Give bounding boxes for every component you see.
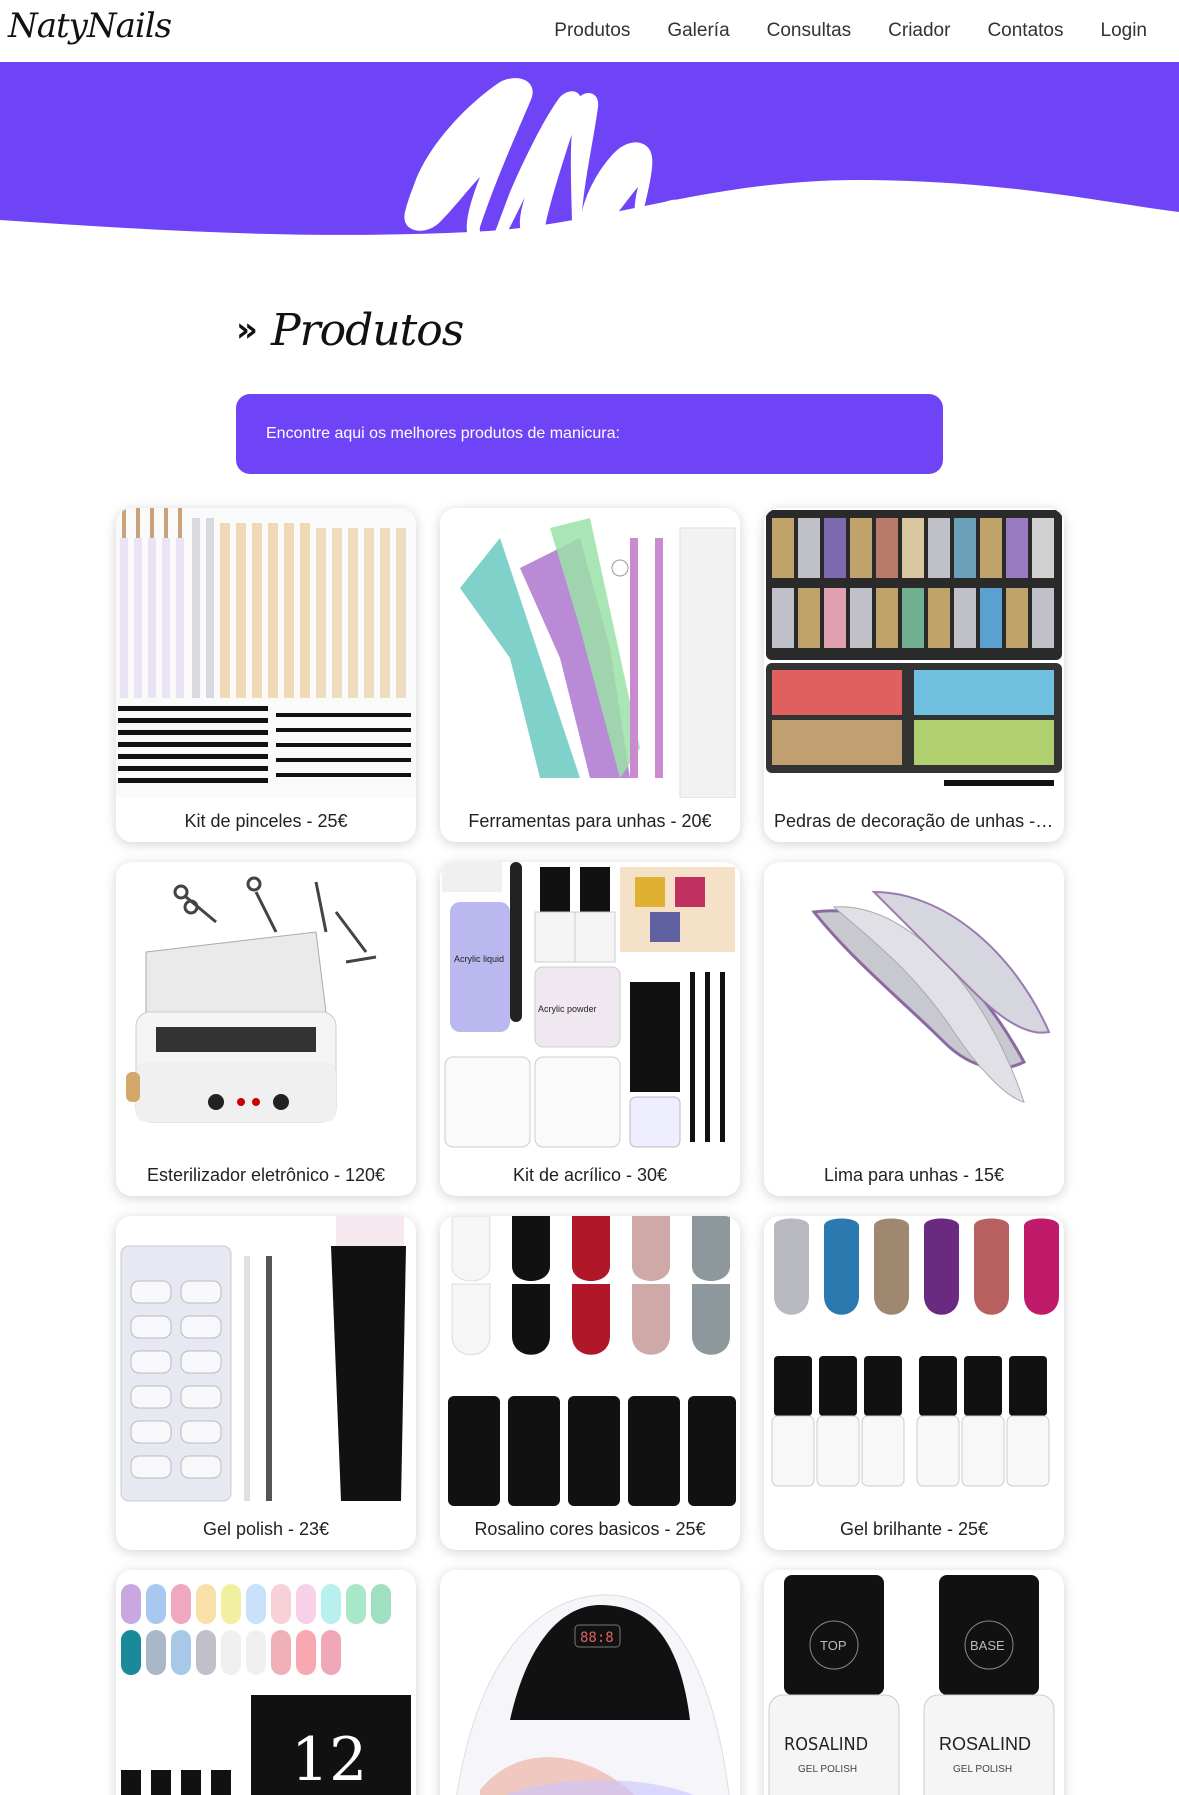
site-logo[interactable]: NatyNails (8, 6, 172, 46)
nav-link-produtos[interactable]: Produtos (554, 20, 630, 42)
banner-text: Encontre aqui os melhores produtos de ma… (266, 425, 620, 442)
product-card[interactable]: Kit de pinceles - 25€ (116, 508, 416, 842)
nail-file-image (764, 862, 1064, 1152)
product-label: Ferramentas para unhas - 20€ (468, 811, 712, 831)
nav-link-galeria[interactable]: Galería (667, 20, 729, 42)
product-card[interactable]: Pedras de decoração de unhas - ... (764, 508, 1064, 842)
section-title: » Produtos (236, 305, 464, 356)
nav-link-consultas[interactable]: Consultas (767, 20, 852, 42)
nav-link-criador[interactable]: Criador (888, 20, 950, 42)
product-card[interactable]: Rosalino cores basicos - 25€ (440, 1216, 740, 1550)
sub-text-base: GEL POLISH (953, 1764, 1012, 1775)
product-card[interactable]: Esterilizador eletrônico - 120€ (116, 862, 416, 1196)
product-label: Pedras de decoração de unhas - ... (774, 811, 1056, 831)
product-label: Rosalino cores basicos - 25€ (474, 1519, 706, 1539)
product-label: Lima para unhas - 15€ (823, 1165, 1005, 1185)
basic-colors-image (440, 1216, 740, 1506)
sterilizer-image (116, 862, 416, 1152)
nav-link-contatos[interactable]: Contatos (987, 20, 1063, 42)
uv-lamp-image: 88:8 (440, 1570, 740, 1795)
product-card[interactable]: 88:8 (440, 1570, 740, 1795)
product-label: Kit de acrílico - 30€ (512, 1165, 668, 1185)
top-base-image: TOP ROSALIND GEL POLISH BASE ROSALIND GE… (764, 1570, 1064, 1795)
product-card[interactable]: Gel polish - 23€ (116, 1216, 416, 1550)
product-card[interactable]: TOP ROSALIND GEL POLISH BASE ROSALIND GE… (764, 1570, 1064, 1795)
gel-polish-image (116, 1216, 416, 1506)
top-navbar: NatyNails Produtos Galería Consultas Cri… (0, 0, 1179, 62)
brand-text-top: ROSALIND (784, 1734, 868, 1755)
product-card[interactable]: Acrylic liquid Acrylic powder Kit de acr… (440, 862, 740, 1196)
brand-text-base: ROSALIND (939, 1734, 1031, 1754)
sub-text-top: GEL POLISH (798, 1764, 857, 1775)
kit-number-text: 12 (291, 1725, 367, 1795)
section-title-text: Produtos (270, 305, 464, 356)
acrylic-liquid-text: Acrylic liquid (454, 954, 504, 964)
product-card[interactable]: Ferramentas para unhas - 20€ (440, 508, 740, 842)
nav-link-login[interactable]: Login (1101, 20, 1148, 42)
acrylic-kit-image: Acrylic liquid Acrylic powder (440, 862, 740, 1152)
product-label: Gel polish - 23€ (202, 1519, 330, 1539)
nav-links: Produtos Galería Consultas Criador Conta… (517, 20, 1147, 42)
tools-image (440, 508, 740, 798)
product-label: Gel brilhante - 25€ (839, 1519, 989, 1539)
brushes-image (116, 508, 416, 798)
product-card[interactable]: Gel brilhante - 25€ (764, 1216, 1064, 1550)
product-label: Kit de pinceles - 25€ (184, 811, 348, 831)
gems-image (764, 508, 1064, 798)
info-banner: Encontre aqui os melhores produtos de ma… (236, 394, 943, 474)
base-label-text: BASE (970, 1638, 1005, 1653)
top-label-text: TOP (820, 1638, 847, 1653)
product-card[interactable]: 12 (116, 1570, 416, 1795)
lamp-display-text: 88:8 (580, 1630, 614, 1646)
product-card[interactable]: Lima para unhas - 15€ (764, 862, 1064, 1196)
pastel-colors-image: 12 (116, 1570, 416, 1795)
hero-banner (0, 62, 1179, 248)
product-label: Esterilizador eletrônico - 120€ (146, 1165, 386, 1185)
glitter-gel-image (764, 1216, 1064, 1506)
chevron-icon: » (236, 310, 258, 350)
acrylic-powder-text-1: Acrylic powder (538, 1004, 597, 1014)
